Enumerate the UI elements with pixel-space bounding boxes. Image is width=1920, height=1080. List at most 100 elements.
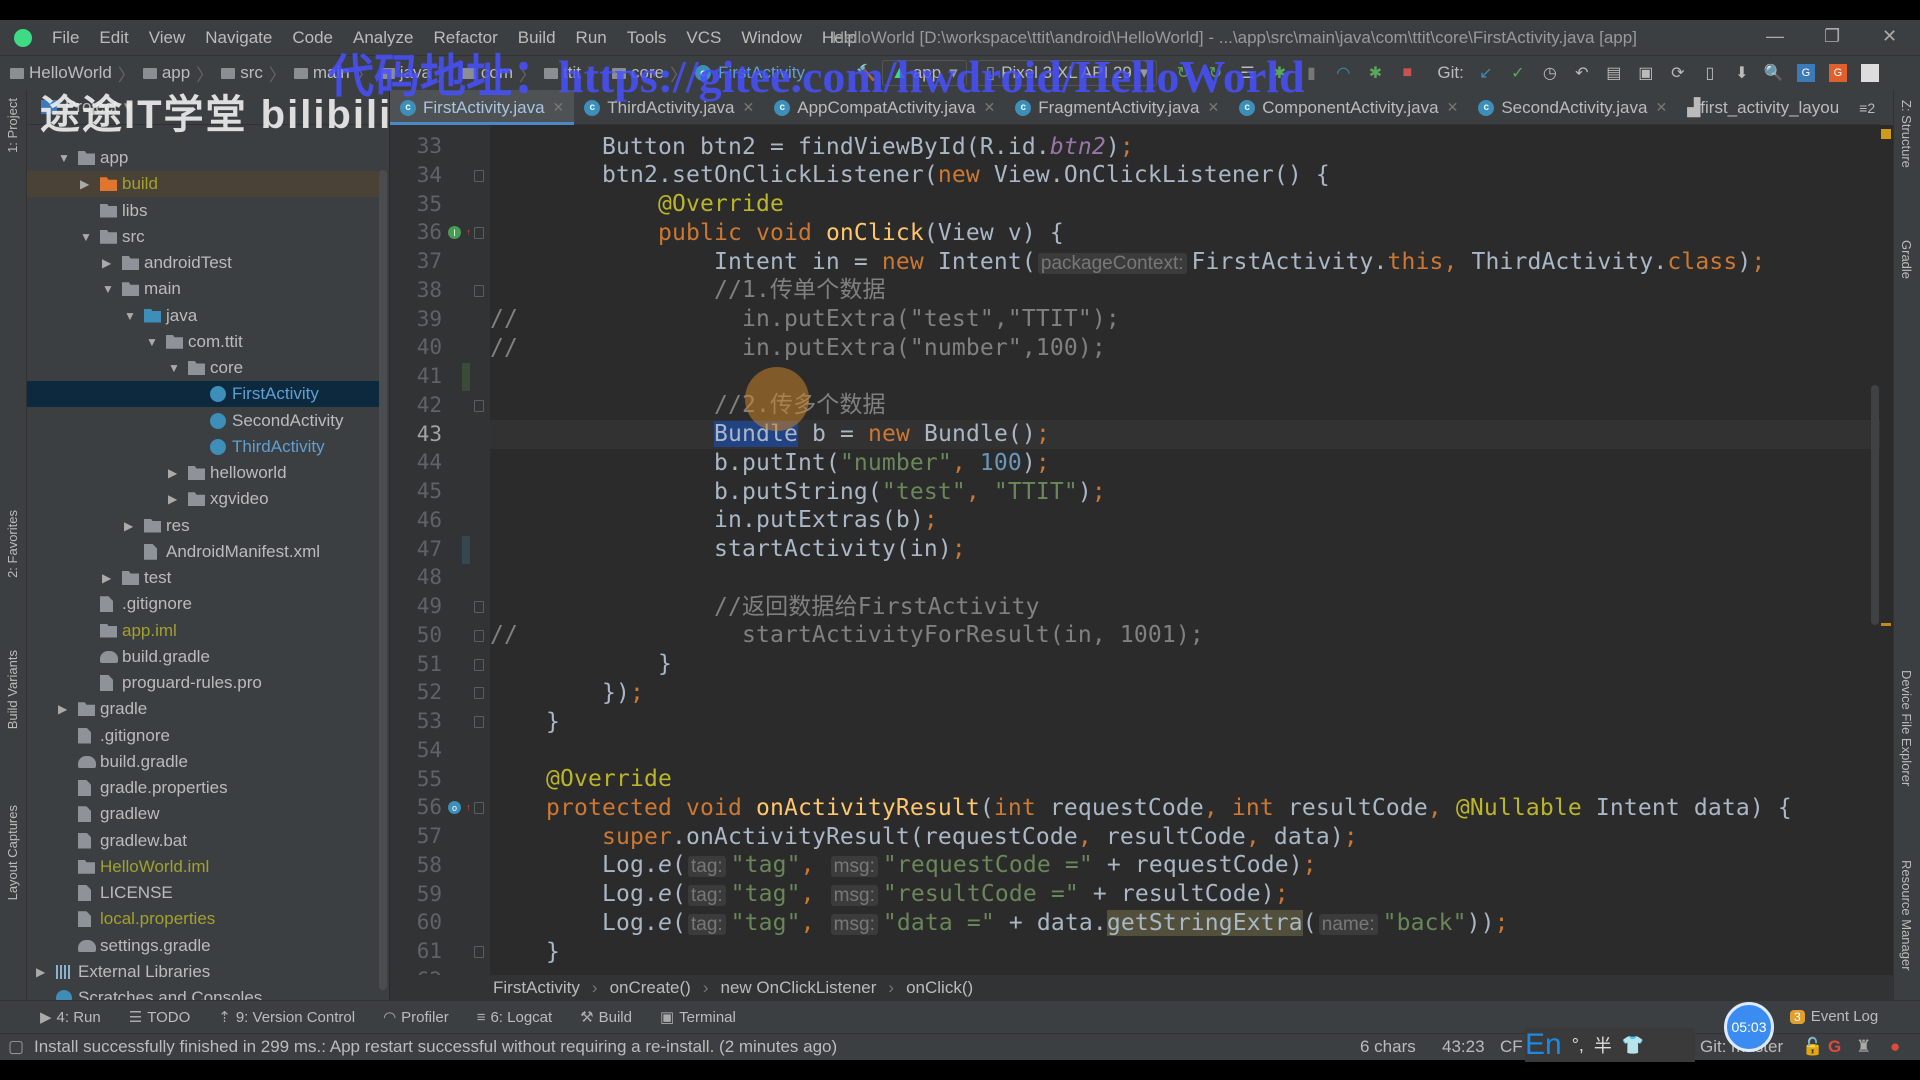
tree-item[interactable]: AndroidManifest.xml — [27, 539, 387, 565]
fold-marker-icon[interactable] — [474, 687, 484, 700]
code-line[interactable]: Log.e(tag: "tag", msg: "requestCode =" + r… — [490, 851, 1880, 880]
tab-secondactivity-java[interactable]: c SecondActivity.java ✕ — [1468, 90, 1677, 125]
menu-tools[interactable]: Tools — [627, 28, 667, 48]
code-line[interactable]: super.onActivityResult(requestCode, resu… — [490, 823, 1880, 852]
expand-down-icon[interactable]: ▼ — [146, 335, 160, 349]
tree-item[interactable]: gradlew — [27, 801, 387, 827]
favorites-tool-tab[interactable]: 2: Favorites — [5, 510, 20, 578]
list-icon[interactable]: ☰ — [1238, 64, 1256, 82]
tree-item[interactable]: ▼ java — [27, 303, 387, 329]
tree-item[interactable]: settings.gradle — [27, 933, 387, 959]
structure-tool-tab[interactable]: Z: Structure — [1899, 100, 1914, 168]
tree-item[interactable]: ▼ main — [27, 276, 387, 302]
tree-item[interactable]: gradle.properties — [27, 775, 387, 801]
tree-item[interactable]: local.properties — [27, 906, 387, 932]
ime-punctuation[interactable]: °, — [1572, 1035, 1584, 1056]
tree-item[interactable]: ▶ xgvideo — [27, 486, 387, 512]
vcs-change-marker[interactable] — [462, 535, 470, 564]
debug-icon[interactable]: ✱ — [1270, 64, 1288, 82]
caret-position[interactable]: 43:23 — [1442, 1037, 1485, 1057]
menu-view[interactable]: View — [149, 28, 186, 48]
user-avatar-icon[interactable] — [1860, 64, 1879, 82]
editor-scrollbar[interactable] — [1871, 385, 1879, 625]
breadcrumb-item[interactable]: src 〉 — [221, 61, 286, 86]
close-tab-icon[interactable]: ✕ — [743, 99, 755, 116]
make-project-icon[interactable]: 🔨 — [856, 64, 876, 82]
code-line[interactable]: Log.e(tag: "tag", msg: "resultCode =" + re… — [490, 880, 1880, 909]
fold-marker-icon[interactable] — [474, 399, 484, 412]
tree-item[interactable]: ▶ androidTest — [27, 250, 387, 276]
error-indicator-icon[interactable]: ● — [1890, 1037, 1900, 1057]
translate-icon[interactable]: G — [1796, 64, 1815, 82]
ime-skin-icon[interactable]: 👕 — [1622, 1035, 1644, 1056]
editor-breadcrumb-item[interactable]: onCreate() — [610, 978, 691, 998]
fold-marker-icon[interactable] — [474, 716, 484, 728]
layout-captures-tool-tab[interactable]: Layout Captures — [5, 805, 20, 900]
expand-down-icon[interactable]: ▼ — [124, 309, 138, 323]
git-commit-icon[interactable]: ✓ — [1509, 64, 1527, 82]
close-tab-icon[interactable]: ✕ — [553, 99, 565, 116]
tree-item[interactable]: ▼ app — [27, 145, 387, 171]
history-icon[interactable]: ◷ — [1541, 64, 1559, 82]
expand-down-icon[interactable]: ▼ — [168, 361, 182, 375]
tree-item[interactable]: build.gradle — [27, 644, 387, 670]
expand-right-icon[interactable]: ▶ — [168, 492, 182, 506]
tree-item[interactable]: app.iml — [27, 618, 387, 644]
editor-breadcrumb-item[interactable]: FirstActivity — [493, 978, 580, 998]
tree-item[interactable]: .gitignore — [27, 591, 387, 617]
tree-item[interactable]: gradlew.bat — [27, 828, 387, 854]
search-icon[interactable]: 🔍 — [1764, 64, 1784, 82]
fold-marker-icon[interactable] — [474, 802, 484, 815]
tree-item[interactable]: ▼ com.ttit — [27, 329, 387, 355]
tool-window-terminal[interactable]: ▣ Terminal — [660, 1008, 736, 1027]
tool-window-version-control[interactable]: ⇡ 9: Version Control — [218, 1008, 355, 1027]
maximize-button[interactable]: ❐ — [1824, 26, 1840, 47]
code-line[interactable]: // startActivityForResult(in, 1001); — [490, 621, 1880, 650]
project-view-selector[interactable]: Project ▾ — [27, 90, 389, 125]
breadcrumb-item[interactable]: java 〉 — [380, 61, 454, 86]
run-config-select[interactable]: ▲ app ▾ — [882, 60, 967, 86]
tool-window-run[interactable]: ▶ 4: Run — [40, 1008, 101, 1027]
expand-right-icon[interactable]: ▶ — [36, 965, 50, 979]
menu-window[interactable]: Window — [741, 28, 801, 48]
tree-item[interactable]: ▶ res — [27, 513, 387, 539]
code-line[interactable]: Button btn2 = findViewById(R.id.btn2); — [490, 133, 1880, 162]
code-line[interactable]: public void onClick(View v) { — [490, 219, 1880, 248]
status-message[interactable]: Install successfully finished in 299 ms.… — [34, 1037, 837, 1057]
google-icon[interactable]: G — [1828, 1037, 1841, 1057]
apply-code-changes-icon[interactable]: ↻ — [1206, 64, 1224, 82]
tab-fragmentactivity-java[interactable]: c FragmentActivity.java ✕ — [1005, 90, 1229, 125]
fold-marker-icon[interactable] — [474, 658, 484, 671]
code-editor[interactable]: 33 34 35 36 37 38 39 40 41 42 43 44 45 46 47 48 49 50 51 52… — [390, 125, 1893, 975]
code-line[interactable] — [490, 966, 1880, 975]
tree-item[interactable]: ▼ src — [27, 224, 387, 250]
run-anything-icon[interactable]: ▣ — [1637, 64, 1655, 82]
expand-right-icon[interactable]: ▶ — [102, 571, 116, 585]
tab-thirdactivity-java[interactable]: c ThirdActivity.java ✕ — [574, 90, 764, 125]
attach-debugger-process-icon[interactable]: ✱ — [1366, 64, 1384, 82]
tree-item[interactable]: .gitignore — [27, 723, 387, 749]
ime-width-mode[interactable]: 半 — [1594, 1032, 1612, 1058]
menu-analyze[interactable]: Analyze — [353, 28, 413, 48]
expand-right-icon[interactable]: ▶ — [80, 177, 94, 191]
warning-marker-icon[interactable] — [1881, 129, 1891, 139]
code-line[interactable]: // in.putExtra("test","TTIT"); — [490, 305, 1880, 334]
code-line[interactable]: } — [490, 708, 1880, 737]
menu-vcs[interactable]: VCS — [686, 28, 721, 48]
project-tool-tab[interactable]: 1: Project — [5, 98, 20, 153]
resource-manager-tool-tab[interactable]: Resource Manager — [1899, 860, 1914, 971]
status-toggle-icon[interactable]: ▢ — [8, 1037, 24, 1057]
project-structure-icon[interactable]: ▤ — [1605, 64, 1623, 82]
tab-firstactivity-java[interactable]: c FirstActivity.java ✕ — [390, 90, 575, 125]
device-select[interactable]: ▯ Pixel 3 XL API 29 ▾ — [976, 60, 1158, 86]
build-variants-tool-tab[interactable]: Build Variants — [5, 650, 20, 729]
menu-code[interactable]: Code — [292, 28, 333, 48]
line-separator[interactable]: CF — [1500, 1037, 1523, 1057]
close-window-button[interactable]: ✕ — [1882, 26, 1897, 47]
tree-item[interactable]: libs — [27, 198, 387, 224]
stop-icon[interactable]: ■ — [1398, 64, 1416, 82]
code-line[interactable] — [490, 736, 1880, 765]
tree-item[interactable]: LICENSE — [27, 880, 387, 906]
tab-first-activity-layou[interactable]: ▟ first_activity_layou — [1677, 90, 1849, 125]
code-line[interactable] — [490, 363, 1880, 392]
